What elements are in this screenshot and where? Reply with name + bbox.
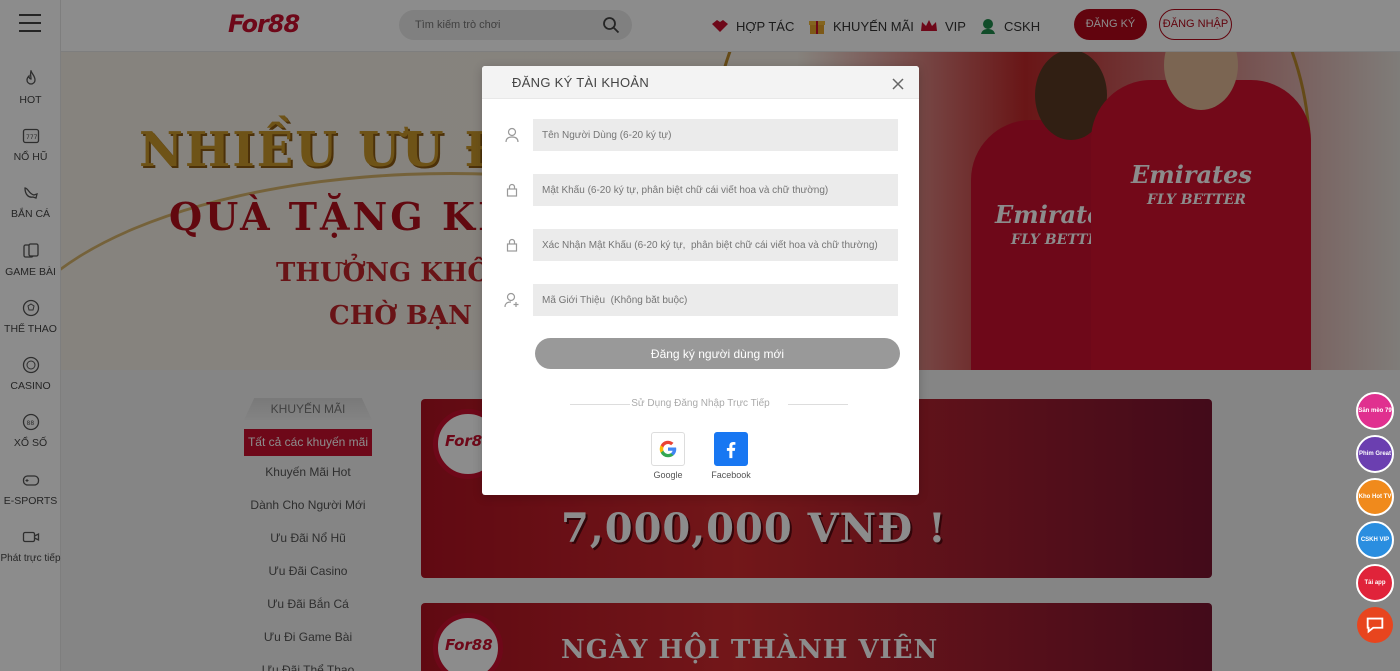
- password-field: [502, 174, 898, 206]
- chat-bubble-icon: [1366, 617, 1384, 634]
- register-submit-button[interactable]: Đăng ký người dùng mới: [535, 338, 900, 369]
- username-field: [502, 119, 898, 151]
- facebook-icon: [714, 432, 748, 466]
- google-label: Google: [653, 470, 683, 480]
- modal-header: ĐĂNG KÝ TÀI KHOẢN: [482, 66, 919, 99]
- float-download-app[interactable]: Tải app: [1356, 564, 1394, 602]
- social-login-divider: Sử Dụng Đăng Nhập Trực Tiếp: [631, 398, 770, 409]
- google-icon: [651, 432, 685, 466]
- referral-code-field: [502, 284, 898, 316]
- close-icon[interactable]: [891, 77, 905, 91]
- user-icon: [504, 127, 520, 143]
- password-input[interactable]: [533, 174, 898, 206]
- modal-title: ĐĂNG KÝ TÀI KHOẢN: [512, 75, 650, 90]
- divider-right: [788, 404, 848, 405]
- username-input[interactable]: [533, 119, 898, 151]
- float-promo-2[interactable]: Phim Great: [1356, 435, 1394, 473]
- referral-code-input[interactable]: [533, 284, 898, 316]
- float-vip-support[interactable]: CSKH VIP: [1356, 521, 1394, 559]
- google-login-button[interactable]: Google: [651, 432, 685, 480]
- floating-shortcuts: Săn mèo 79 Phim Great Kho Hot TV CSKH VI…: [1356, 392, 1396, 648]
- lock-icon: [504, 237, 520, 253]
- float-promo-3[interactable]: Kho Hot TV: [1356, 478, 1394, 516]
- facebook-login-button[interactable]: Facebook: [711, 432, 751, 480]
- add-user-icon: [504, 292, 520, 308]
- live-chat-button[interactable]: [1357, 607, 1393, 643]
- facebook-label: Facebook: [711, 470, 751, 480]
- float-promo-1[interactable]: Săn mèo 79: [1356, 392, 1394, 430]
- register-modal: ĐĂNG KÝ TÀI KHOẢN Đăng ký người dùng mới…: [482, 66, 919, 495]
- lock-icon: [504, 182, 520, 198]
- confirm-password-field: [502, 229, 898, 261]
- confirm-password-input[interactable]: [533, 229, 898, 261]
